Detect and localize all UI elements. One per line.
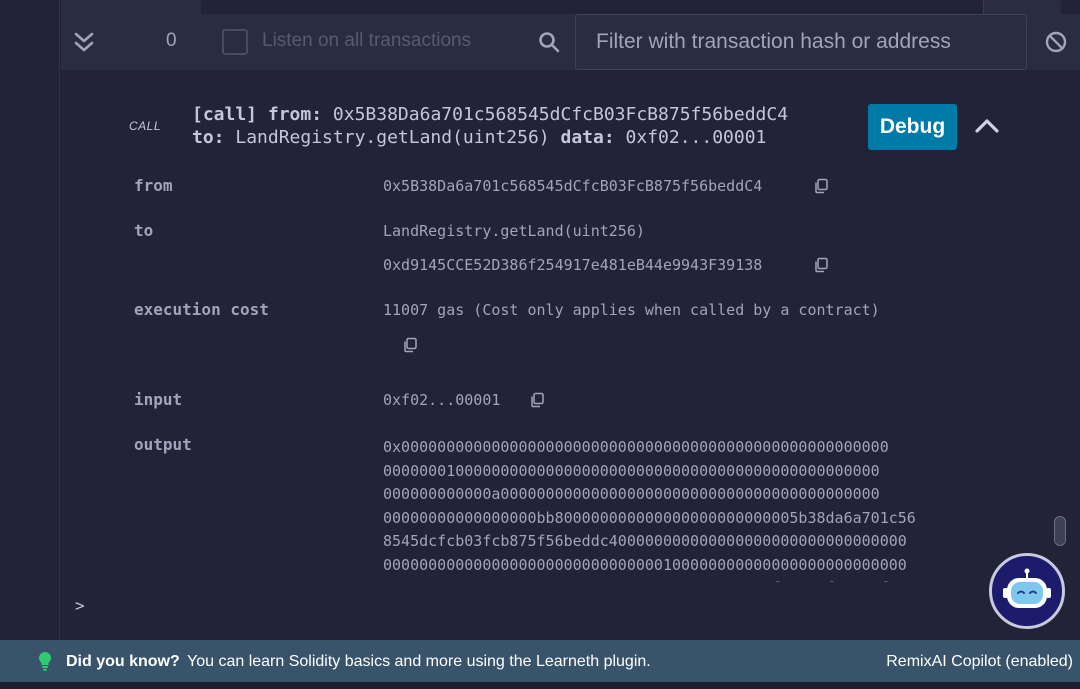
terminal-panel: 0 Listen on all transactions CALL [call]… [61, 0, 1080, 640]
output-line: 0x00000000000000000000000000000000000000… [383, 438, 889, 456]
copy-icon[interactable] [402, 337, 418, 353]
detail-from-label: from [134, 176, 173, 195]
debug-button[interactable]: Debug [868, 104, 957, 150]
output-line: 0000000000000000000000000000000000000007… [383, 577, 955, 582]
detail-input-value: 0xf02...00001 [383, 391, 501, 409]
output-line: 00000000000000000bb800000000000000000000… [383, 508, 916, 527]
summary-to-value: LandRegistry.getLand(uint256) [235, 127, 550, 148]
detail-to-value: LandRegistry.getLand(uint256) [383, 222, 645, 240]
terminal-prompt[interactable]: > [75, 596, 85, 615]
transaction-summary-line-2[interactable]: to: LandRegistry.getLand(uint256) data: … [192, 127, 766, 148]
search-icon [537, 30, 561, 54]
output-line: 0000000100000000000000000000000000000000… [383, 461, 880, 480]
terminal-log: CALL [call] from: 0x5B38Da6a701c568545dC… [61, 70, 1080, 582]
summary-from-value: 0x5B38Da6a701c568545dCfcB03FcB875f56bedd… [332, 104, 789, 125]
copy-icon[interactable] [813, 257, 829, 273]
copy-icon[interactable] [529, 392, 545, 408]
detail-to-address: 0xd9145CCE52D386f254917e481eB44e9943F391… [383, 256, 763, 274]
remixai-copilot-status[interactable]: RemixAI Copilot (enabled) [886, 653, 1073, 671]
status-bar: Did you know? You can learn Solidity bas… [0, 640, 1080, 682]
listen-all-transactions-label[interactable]: Listen on all transactions [262, 30, 471, 52]
bottom-edge [0, 682, 1080, 689]
panel-tab-strip [61, 0, 1080, 14]
summary-to-key: to: [192, 127, 225, 148]
detail-to-label: to [134, 221, 154, 240]
detail-input-label: input [134, 390, 183, 409]
detail-execution-cost-label: execution cost [134, 300, 269, 319]
detail-execution-cost-value: 11007 gas (Cost only applies when called… [383, 301, 880, 319]
call-type-tag: CALL [129, 119, 162, 133]
output-line: 8545dcfcb03fcb875f56beddc400000000000000… [383, 532, 907, 550]
summary-call-keyword: [call] [192, 104, 258, 125]
listen-all-transactions-checkbox[interactable] [222, 29, 248, 55]
pending-transactions-count: 0 [166, 30, 177, 51]
left-gutter [0, 0, 60, 640]
did-you-know-label: Did you know? [66, 653, 180, 670]
transaction-summary-line-1[interactable]: [call] from: 0x5B38Da6a701c568545dCfcB03… [192, 104, 788, 125]
terminal-toolbar: 0 Listen on all transactions [61, 14, 1080, 70]
status-tip[interactable]: You can learn Solidity basics and more u… [187, 653, 651, 671]
summary-from-key: from: [267, 104, 323, 125]
terminal-scrollbar-thumb[interactable] [1054, 516, 1066, 546]
remixai-robot-icon[interactable] [989, 553, 1065, 629]
collapse-terminal-icon[interactable] [71, 28, 97, 56]
panel-tab[interactable] [983, 0, 1061, 14]
output-line: 0000000000000000000000000000000100000000… [383, 555, 907, 574]
copy-icon[interactable] [813, 178, 829, 194]
summary-data-key: data: [560, 127, 615, 148]
detail-output-label: output [134, 435, 192, 454]
summary-data-value: 0xf02...00001 [625, 127, 767, 148]
chevron-up-icon[interactable] [973, 114, 1001, 138]
transaction-filter-input[interactable] [575, 14, 1027, 70]
lightbulb-icon [38, 651, 52, 671]
detail-output-value: 0x00000000000000000000000000000000000000… [383, 436, 955, 582]
output-line: 000000000000a000000000000000000000000000… [383, 485, 880, 503]
panel-tab[interactable] [61, 0, 201, 14]
detail-from-value: 0x5B38Da6a701c568545dCfcB03FcB875f56bedd… [383, 177, 763, 195]
clear-console-icon[interactable] [1044, 30, 1068, 54]
